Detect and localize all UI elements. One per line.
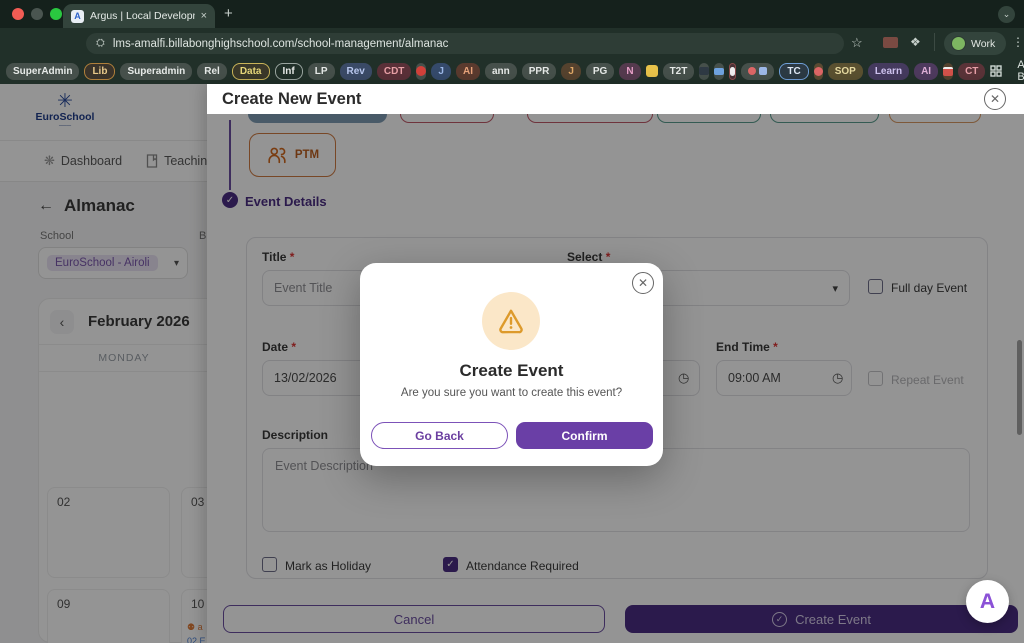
bookmark-camera-icon[interactable] [699,63,709,80]
argus-floating-button[interactable]: A [966,580,1009,623]
go-back-button[interactable]: Go Back [371,422,508,449]
tab-search-chevron-icon[interactable]: ⌄ [998,6,1015,23]
browser-tab[interactable]: A Argus | Local Development × [63,4,215,28]
modal-close-icon[interactable]: ✕ [632,272,654,294]
bookmark-cdt[interactable]: CDT [377,63,412,80]
bookmark-apple-icon[interactable] [416,63,426,80]
bookmark-yellow-icon[interactable] [646,63,658,80]
backdrop-left [0,84,207,643]
bookmark-cap-icon[interactable] [714,63,724,80]
bookmark-star-icon[interactable]: ☆ [851,35,863,51]
bookmark-tc[interactable]: TC [779,63,808,80]
bookmark-pg[interactable]: PG [586,63,614,80]
bookmark-data[interactable]: Data [232,63,270,80]
url-bar[interactable]: ⛭ lms-amalfi.billabonghighschool.com/sch… [86,33,844,54]
bookmark-sop[interactable]: SOP [828,63,863,80]
bookmark-calendar-icon[interactable] [943,63,953,80]
bookmark-red-round-icon[interactable] [814,63,823,80]
bookmark-ppr[interactable]: PPR [522,63,557,80]
window-minimize-button[interactable] [31,8,43,20]
bookmark-mic-icon[interactable] [729,63,736,80]
profile-avatar [951,36,966,51]
confirm-modal: ✕ Create Event Are you sure you want to … [360,263,663,466]
bookmark-apps-grid-icon[interactable] [990,63,1002,80]
bookmark-n[interactable]: N [619,63,640,80]
profile-chip[interactable]: Work [944,32,1006,55]
bookmarks-bar: SuperAdmin Lib Superadmin Rel Data Inf L… [0,58,1024,84]
tab-strip: A Argus | Local Development × + ⌄ [0,0,1024,28]
bookmark-superadmin[interactable]: SuperAdmin [6,63,79,80]
bookmark-ai-purple[interactable]: AI [914,63,938,80]
tab-favicon-icon: A [71,10,84,23]
drawer-header: Create New Event ✕ [207,84,1024,114]
argus-logo-icon: A [980,590,995,614]
modal-message: Are you sure you want to create this eve… [360,387,663,399]
bookmark-j-blue[interactable]: J [431,63,451,80]
drawer-title: Create New Event [222,90,361,109]
drawer-close-icon[interactable]: ✕ [984,88,1006,110]
tab-title: Argus | Local Development [90,10,195,22]
modal-title: Create Event [360,361,663,381]
bookmark-lib[interactable]: Lib [84,63,115,80]
screen: A Argus | Local Development × + ⌄ ← → ⟳ … [0,0,1024,643]
bookmark-rev[interactable]: Rev [340,63,372,80]
bookmark-ann[interactable]: ann [485,63,517,80]
window-close-button[interactable] [12,8,24,20]
bookmark-duo-icon[interactable] [741,63,774,80]
scrollbar-thumb[interactable] [1017,340,1022,435]
tab-close-icon[interactable]: × [201,10,207,22]
warning-icon [482,292,540,350]
bookmark-inf[interactable]: Inf [275,63,303,80]
extensions-icon[interactable]: ❖ [910,35,921,49]
toolbar-divider [934,33,935,51]
bookmark-ct[interactable]: CT [958,63,985,80]
bookmark-j-orange[interactable]: J [561,63,581,80]
bookmark-lp[interactable]: LP [308,63,335,80]
window-maximize-button[interactable] [50,8,62,20]
bookmark-rel[interactable]: Rel [197,63,227,80]
site-settings-icon[interactable]: ⛭ [96,37,105,50]
menu-kebab-icon[interactable]: ⋮ [1012,35,1024,49]
bookmark-t2t[interactable]: T2T [663,63,695,80]
new-tab-button[interactable]: + [224,5,233,22]
all-bookmarks-button[interactable]: All Bookmarks [1017,59,1024,83]
bookmark-learn[interactable]: Learn [868,63,909,80]
url-text: lms-amalfi.billabonghighschool.com/schoo… [113,38,449,50]
bookmark-superadmin2[interactable]: Superadmin [120,63,192,80]
profile-label: Work [971,38,995,50]
confirm-button[interactable]: Confirm [516,422,653,449]
bookmark-ai-red[interactable]: AI [456,63,480,80]
media-panel-icon[interactable] [883,37,898,48]
